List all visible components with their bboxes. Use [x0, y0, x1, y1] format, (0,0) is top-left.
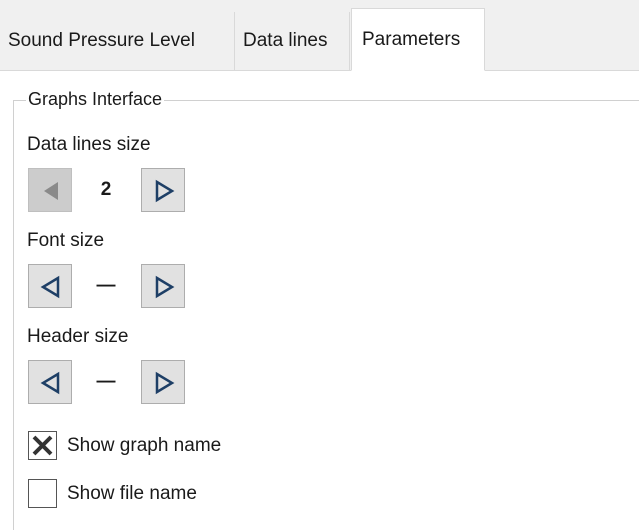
tab-parameters[interactable]: Parameters: [351, 8, 485, 71]
font-size-increase-button[interactable]: [141, 264, 185, 308]
tab-data-lines[interactable]: Data lines: [235, 12, 350, 70]
font-size-decrease-button[interactable]: [28, 264, 72, 308]
tab-bar: Sound Pressure Level Data lines Paramete…: [0, 0, 639, 71]
arrow-right-icon: [155, 371, 175, 395]
show-graph-name-label[interactable]: Show graph name: [67, 434, 221, 458]
arrow-right-icon: [155, 179, 175, 203]
data-lines-size-decrease-button[interactable]: [28, 168, 72, 212]
show-graph-name-checkbox[interactable]: [28, 431, 57, 460]
arrow-right-icon: [155, 275, 175, 299]
font-size-value: —: [96, 275, 116, 296]
header-size-value: —: [96, 371, 116, 392]
arrow-left-icon: [40, 275, 60, 299]
tab-sound-pressure-level[interactable]: Sound Pressure Level: [0, 12, 235, 70]
data-lines-size-label: Data lines size: [27, 134, 151, 155]
data-lines-size-value: 2: [100, 179, 112, 200]
group-title: Graphs Interface: [26, 88, 165, 110]
header-size-decrease-button[interactable]: [28, 360, 72, 404]
header-size-increase-button[interactable]: [141, 360, 185, 404]
x-check-icon: [32, 435, 53, 456]
arrow-left-icon: [44, 182, 58, 200]
show-file-name-checkbox[interactable]: [28, 479, 57, 508]
arrow-left-icon: [40, 371, 60, 395]
font-size-label: Font size: [27, 230, 105, 251]
graphs-interface-group: [13, 100, 639, 530]
data-lines-size-increase-button[interactable]: [141, 168, 185, 212]
header-size-label: Header size: [27, 326, 129, 347]
show-file-name-label[interactable]: Show file name: [67, 482, 197, 506]
